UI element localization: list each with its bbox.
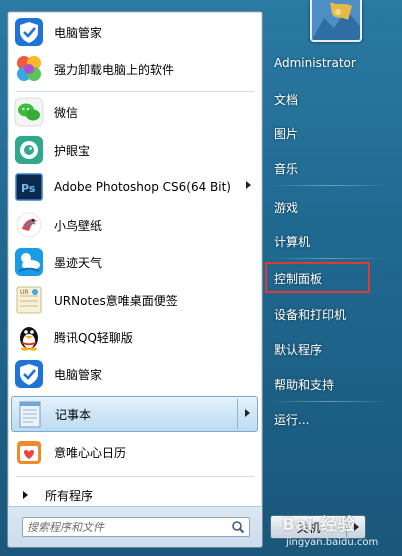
program-label: 腾讯QQ轻聊版 — [54, 330, 133, 345]
menu-item-documents[interactable]: 文档 — [268, 86, 376, 112]
menu-item-games[interactable]: 游戏 — [268, 194, 376, 220]
start-menu: 电脑管家 强力卸载电脑上的软件 微信 护眼宝 Ps Adobe Photosho… — [0, 0, 402, 556]
program-label: 电脑管家 — [54, 25, 103, 40]
expand-arrow-icon — [23, 491, 28, 499]
photoshop-icon: Ps — [13, 171, 45, 203]
program-item-uninstaller[interactable]: 强力卸载电脑上的软件 — [11, 51, 258, 87]
submenu-arrow-icon[interactable] — [246, 181, 251, 189]
program-label: 墨迹天气 — [54, 255, 103, 270]
search-area — [8, 506, 262, 547]
right-divider — [270, 185, 390, 186]
svg-text:Ps: Ps — [21, 182, 36, 195]
search-icon[interactable] — [231, 520, 245, 534]
submenu-arrow-icon[interactable] — [245, 409, 250, 417]
qq-penguin-icon — [13, 321, 45, 353]
program-item-photoshop[interactable]: Ps Adobe Photoshop CS6(64 Bit) — [11, 169, 258, 205]
menu-item-help-support[interactable]: 帮助和支持 — [268, 371, 376, 397]
right-divider — [270, 401, 390, 402]
program-label: 意唯心心日历 — [54, 445, 127, 460]
programs-pane: 电脑管家 强力卸载电脑上的软件 微信 护眼宝 Ps Adobe Photosho… — [7, 11, 263, 548]
program-item-urnotes[interactable]: UR URNotes意唯桌面便签 — [11, 282, 258, 318]
program-label: 强力卸载电脑上的软件 — [54, 62, 175, 77]
program-item-bird-wallpaper[interactable]: 小鸟壁纸 — [11, 207, 258, 243]
svg-text:UR: UR — [20, 289, 29, 296]
program-item-notepad[interactable]: 记事本 — [11, 396, 258, 432]
shutdown-button[interactable]: 关机 — [271, 516, 346, 538]
search-input[interactable] — [27, 519, 217, 535]
program-label: URNotes意唯桌面便签 — [54, 293, 178, 308]
all-programs-button[interactable]: 所有程序 — [12, 484, 258, 506]
program-item-eye-protector[interactable]: 护眼宝 — [11, 132, 258, 168]
wechat-icon — [13, 96, 45, 128]
chevron-right-icon — [353, 523, 359, 531]
uninstaller-icon — [13, 53, 45, 85]
user-picture-icon — [312, 0, 360, 40]
shutdown-options-button[interactable] — [346, 516, 365, 538]
search-box[interactable] — [22, 517, 250, 537]
all-programs-label: 所有程序 — [45, 488, 94, 503]
menu-item-default-programs[interactable]: 默认程序 — [268, 336, 376, 362]
menu-item-pictures[interactable]: 图片 — [268, 120, 376, 146]
program-item-moji-weather[interactable]: 墨迹天气 — [11, 244, 258, 280]
calendar-heart-icon — [13, 436, 45, 468]
menu-item-music[interactable]: 音乐 — [268, 155, 376, 181]
program-label: 记事本 — [55, 407, 92, 422]
submenu-separator — [237, 399, 238, 429]
bird-wallpaper-icon — [13, 209, 45, 241]
tencent-pc-manager-icon — [13, 16, 45, 48]
tencent-pc-manager-icon — [13, 358, 45, 390]
moji-weather-icon — [13, 246, 45, 278]
programs-divider — [16, 476, 254, 477]
program-label: 护眼宝 — [54, 143, 91, 158]
menu-item-computer[interactable]: 计算机 — [268, 228, 376, 254]
right-divider — [270, 258, 390, 259]
menu-item-devices-printers[interactable]: 设备和打印机 — [268, 301, 376, 327]
program-item-qq-lite[interactable]: 腾讯QQ轻聊版 — [11, 319, 258, 355]
program-label: 小鸟壁纸 — [54, 218, 103, 233]
program-item-pc-manager-2[interactable]: 电脑管家 — [11, 356, 258, 392]
shutdown-button-group: 关机 — [270, 515, 366, 539]
menu-item-run[interactable]: 运行... — [268, 406, 376, 432]
user-avatar[interactable] — [310, 0, 362, 42]
program-label: Adobe Photoshop CS6(64 Bit) — [54, 180, 231, 194]
pinned-divider — [16, 91, 254, 92]
eye-protector-icon — [13, 134, 45, 166]
program-item-wechat[interactable]: 微信 — [11, 94, 258, 130]
control-panel-highlight — [265, 262, 370, 293]
urnotes-icon: UR — [13, 284, 45, 316]
program-label: 电脑管家 — [54, 367, 103, 382]
program-label: 微信 — [54, 105, 79, 120]
user-name-link[interactable]: Administrator — [268, 50, 376, 76]
program-item-calendar[interactable]: 意唯心心日历 — [11, 434, 258, 470]
notepad-icon — [14, 398, 46, 430]
program-item-pc-manager[interactable]: 电脑管家 — [11, 14, 258, 50]
